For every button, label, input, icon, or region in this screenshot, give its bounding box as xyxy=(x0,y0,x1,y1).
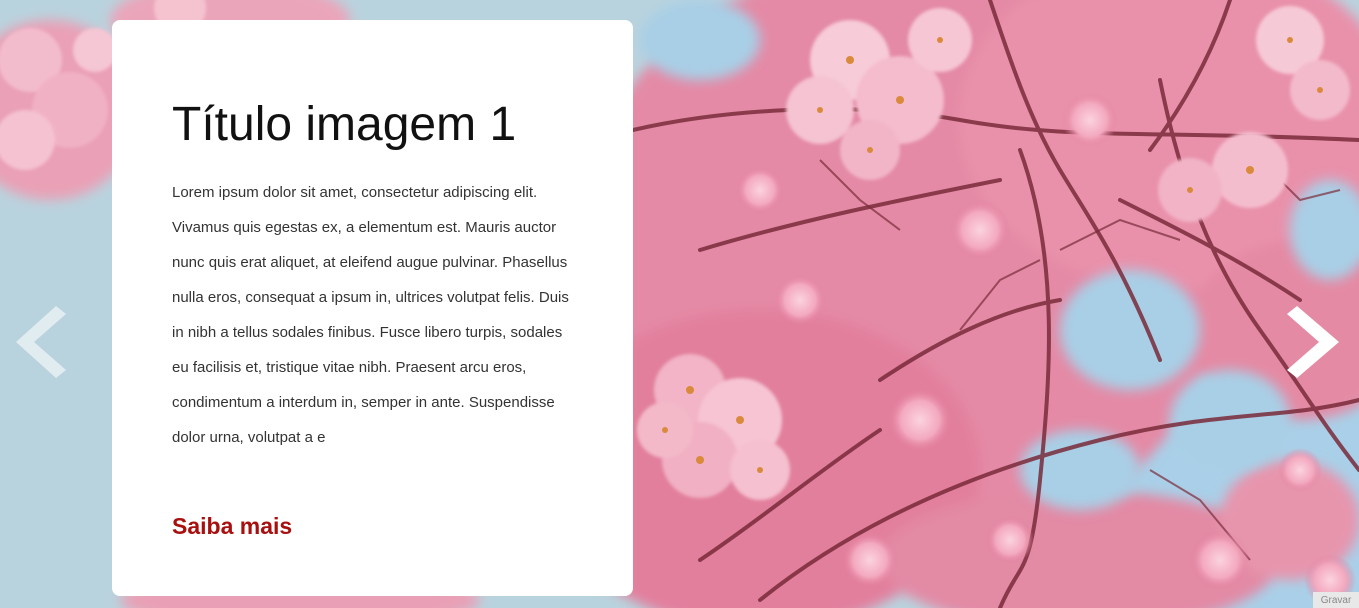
read-more-link[interactable]: Saiba mais xyxy=(172,513,292,540)
record-badge[interactable]: Gravar xyxy=(1313,592,1359,608)
slide-title: Título imagem 1 xyxy=(172,98,517,151)
slide-description: Lorem ipsum dolor sit amet, consectetur … xyxy=(172,184,569,446)
chevron-right-icon xyxy=(1287,306,1339,378)
next-slide-button[interactable] xyxy=(1283,302,1343,382)
slide-caption-card: Título imagem 1 Lorem ipsum dolor sit am… xyxy=(112,20,633,596)
chevron-left-icon xyxy=(16,306,66,378)
image-slider: Título imagem 1 Lorem ipsum dolor sit am… xyxy=(0,0,1359,608)
previous-slide-button[interactable] xyxy=(10,302,70,382)
